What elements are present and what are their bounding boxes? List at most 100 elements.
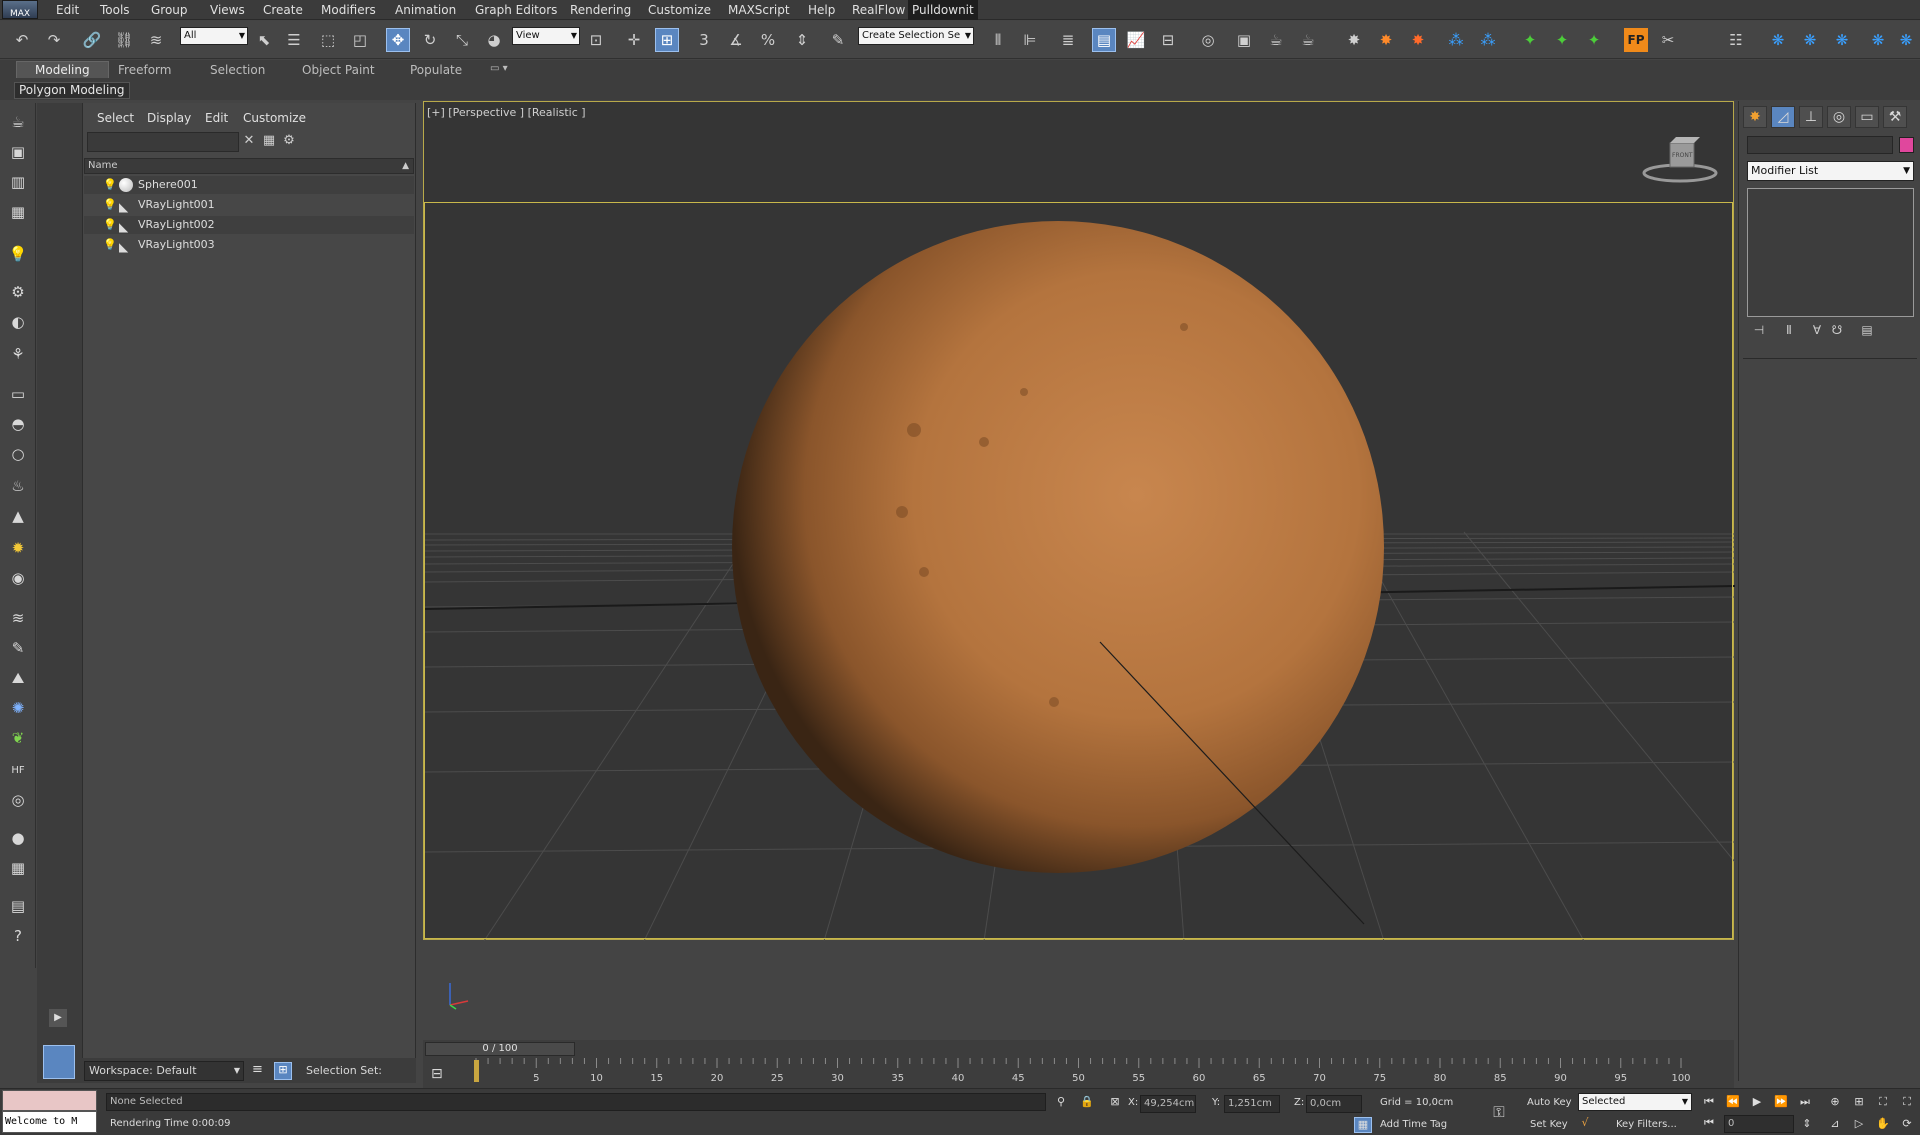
vdb-icon-3[interactable]: ❋ — [1830, 28, 1854, 52]
menu-pulldownit[interactable]: Pulldownit — [908, 0, 978, 20]
make-unique-icon[interactable]: ∀ — [1807, 323, 1827, 339]
maxscript-listener-top[interactable] — [2, 1090, 97, 1111]
pan-icon[interactable]: ✋ — [1874, 1117, 1892, 1133]
render-production-icon[interactable]: ☕ — [1296, 28, 1320, 52]
viewport-layout-icon[interactable] — [43, 1045, 75, 1079]
angle-snap-icon[interactable]: ∡ — [724, 28, 748, 52]
select-rotate-icon[interactable]: ↻ — [418, 28, 442, 52]
grid-tool-icon[interactable]: ▦ — [6, 201, 30, 223]
auto-key-button[interactable]: Auto Key — [1527, 1097, 1572, 1108]
bind-space-warp-icon[interactable]: ≋ — [144, 28, 168, 52]
redo-icon[interactable]: ↷ — [42, 28, 66, 52]
go-to-start-icon[interactable]: ⏮ — [1700, 1095, 1718, 1111]
key-filters-button[interactable]: Key Filters... — [1616, 1119, 1677, 1130]
explorer-menu-customize[interactable]: Customize — [243, 111, 306, 125]
create-tab-icon[interactable]: ✸ — [1743, 106, 1767, 128]
explorer-menu-display[interactable]: Display — [147, 111, 191, 125]
orbit-icon[interactable]: ⟳ — [1898, 1117, 1916, 1133]
cone-icon[interactable]: ▲ — [6, 505, 30, 527]
object-color-swatch[interactable] — [1899, 137, 1914, 153]
select-scale-icon[interactable]: ⤡ — [450, 28, 474, 52]
hierarchy-icon[interactable]: ⊞ — [274, 1062, 292, 1080]
vdb-icon-1[interactable]: ❋ — [1766, 28, 1790, 52]
ribbon-options-icon[interactable]: ▭ ▾ — [490, 63, 508, 74]
rotate-tool-icon[interactable]: ◐ — [6, 311, 30, 333]
add-time-tag[interactable]: Add Time Tag — [1380, 1119, 1447, 1130]
menu-rendering[interactable]: Rendering — [570, 3, 631, 17]
menu-customize[interactable]: Customize — [648, 3, 711, 17]
set-key-button[interactable]: Set Key — [1530, 1119, 1568, 1130]
clear-filter-icon[interactable]: ✕ — [241, 133, 257, 149]
tab-object-paint[interactable]: Object Paint — [302, 63, 375, 77]
menu-modifiers[interactable]: Modifiers — [321, 3, 376, 17]
camera-tool-icon[interactable]: ⚙ — [6, 281, 30, 303]
menu-edit[interactable]: Edit — [56, 3, 79, 17]
pdi-icon-2[interactable]: ✦ — [1550, 28, 1574, 52]
pin-stack-icon[interactable]: ⊣ — [1749, 323, 1769, 339]
tab-selection[interactable]: Selection — [210, 63, 265, 77]
tab-populate[interactable]: Populate — [410, 63, 462, 77]
keyboard-shortcut-override-icon[interactable]: ⊞ — [655, 28, 679, 52]
remove-modifier-icon[interactable]: ☋ — [1827, 323, 1847, 339]
viewcube[interactable]: FRONT — [1640, 135, 1720, 185]
z-coord-field[interactable]: 0,0cm — [1306, 1095, 1362, 1113]
paint-icon[interactable]: ✎ — [6, 637, 30, 659]
object-name-field[interactable] — [1747, 136, 1893, 154]
current-frame-field[interactable]: 0 — [1724, 1115, 1794, 1133]
ball-icon[interactable]: ● — [6, 827, 30, 849]
save-tool-icon[interactable]: ▤ — [6, 895, 30, 917]
field-of-view-icon[interactable]: ⊿ — [1826, 1117, 1844, 1133]
shell-icon[interactable]: ◎ — [6, 789, 30, 811]
column-header-name[interactable]: Name ▲ — [84, 158, 414, 174]
bulb-icon[interactable]: 💡 — [103, 236, 117, 254]
rendered-frame-icon[interactable]: ☕ — [1264, 28, 1288, 52]
zoom-extents-all-icon[interactable]: ⛶ — [1898, 1095, 1916, 1111]
menu-animation[interactable]: Animation — [395, 3, 456, 17]
particle-icon-2[interactable]: ⁂ — [1476, 28, 1500, 52]
vdb-icon-5[interactable]: ❋ — [1894, 28, 1918, 52]
asset-icon[interactable]: ▥ — [6, 171, 30, 193]
plane-tool-icon[interactable]: ▭ — [6, 383, 30, 405]
tab-modeling[interactable]: Modeling — [16, 61, 109, 78]
render-icon[interactable]: ▣ — [6, 141, 30, 163]
select-move-icon[interactable]: ✥ — [386, 28, 410, 52]
prev-frame-icon[interactable]: ⏪ — [1724, 1095, 1742, 1111]
expand-arrow-icon[interactable]: ▶ — [49, 1009, 67, 1027]
disc-icon[interactable]: ◉ — [6, 567, 30, 589]
unlink-icon[interactable]: ⛓ — [112, 28, 136, 52]
atom-icon[interactable]: ✺ — [6, 697, 30, 719]
go-to-end-icon[interactable]: ⏭ — [1796, 1095, 1814, 1111]
motion-tab-icon[interactable]: ◎ — [1827, 106, 1851, 128]
spinner-snap-icon[interactable]: ⇕ — [790, 28, 814, 52]
rect-selection-icon[interactable]: ⬚ — [316, 28, 340, 52]
next-frame-icon[interactable]: ⏩ — [1772, 1095, 1790, 1111]
bulb-icon[interactable]: 💡 — [103, 216, 117, 234]
pivot-center-icon[interactable]: ⊡ — [584, 28, 608, 52]
menu-views[interactable]: Views — [210, 3, 245, 17]
explorer-menu-select[interactable]: Select — [97, 111, 134, 125]
key-mode-dropdown[interactable]: Selected ▼ — [1578, 1093, 1692, 1111]
time-config-icon[interactable]: ⇕ — [1798, 1117, 1816, 1133]
pdi-icon-3[interactable]: ✦ — [1582, 28, 1606, 52]
menu-tools[interactable]: Tools — [100, 3, 130, 17]
named-selection-dropdown[interactable]: Create Selection Se — [858, 27, 974, 45]
x-coord-field[interactable]: 49,254cm — [1140, 1095, 1196, 1113]
key-mode-toggle-icon[interactable]: ⏮ — [1700, 1116, 1718, 1132]
play-icon[interactable]: ▶ — [1748, 1095, 1766, 1111]
hf-icon[interactable]: HF — [6, 759, 30, 781]
menu-realflow[interactable]: RealFlow — [852, 3, 905, 17]
time-tag-icon[interactable]: ▦ — [1354, 1117, 1372, 1133]
place-icon[interactable]: ◕ — [482, 28, 506, 52]
vdb-icon-2[interactable]: ❋ — [1798, 28, 1822, 52]
y-coord-field[interactable]: 1,251cm — [1224, 1095, 1280, 1113]
curve-icon[interactable]: √ — [1576, 1116, 1594, 1132]
selection-filter-dropdown[interactable]: All — [180, 27, 248, 45]
zoom-all-icon[interactable]: ⊞ — [1850, 1095, 1868, 1111]
modify-tab-icon[interactable]: ◿ — [1771, 106, 1795, 128]
help-icon[interactable]: ? — [6, 925, 30, 947]
viewport-label[interactable]: [+] [Perspective ] [Realistic ] — [427, 106, 586, 119]
lock-icon[interactable]: 🔒 — [1078, 1095, 1096, 1111]
menu-group[interactable]: Group — [151, 3, 188, 17]
realflow-icon-3[interactable]: ✸ — [1406, 28, 1430, 52]
chart-tool-icon[interactable]: ▦ — [6, 857, 30, 879]
